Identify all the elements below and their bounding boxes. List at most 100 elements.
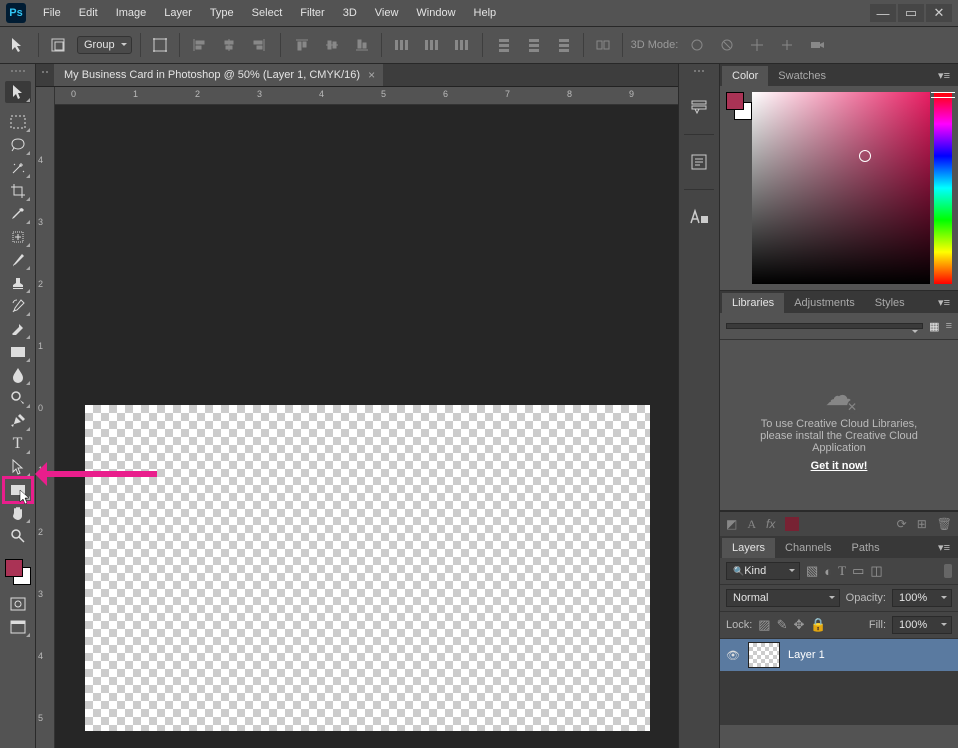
autoselect-dropdown[interactable]: Group [77, 36, 132, 54]
menu-window[interactable]: Window [407, 3, 464, 23]
filter-shape-icon[interactable]: ▭ [852, 563, 864, 579]
menu-edit[interactable]: Edit [70, 3, 107, 23]
libraries-tab[interactable]: Libraries [722, 293, 784, 313]
adjustments-tab[interactable]: Adjustments [784, 293, 865, 313]
channels-tab[interactable]: Channels [775, 538, 841, 558]
eyedropper-tool[interactable] [5, 203, 31, 225]
3d-pan-icon[interactable] [746, 34, 768, 56]
menu-view[interactable]: View [366, 3, 408, 23]
list-view-icon[interactable]: ≡ [946, 320, 952, 332]
fg-bg-swatch[interactable] [726, 92, 746, 284]
layers-panel-menu-icon[interactable]: ▾≡ [930, 537, 958, 558]
filter-type-icon[interactable]: T [838, 563, 846, 579]
screenmode-tool[interactable] [5, 616, 31, 638]
path-select-tool[interactable] [5, 456, 31, 478]
menu-layer[interactable]: Layer [155, 3, 201, 23]
trash-icon[interactable]: 🗑 [937, 517, 952, 531]
libraries-panel-menu-icon[interactable]: ▾≡ [930, 292, 958, 313]
align-top-icon[interactable] [291, 34, 313, 56]
menu-select[interactable]: Select [243, 3, 292, 23]
lock-move-icon[interactable]: ✥ [794, 617, 805, 633]
filter-icon[interactable]: ◩ [726, 517, 737, 531]
layers-list[interactable]: 👁 Layer 1 [720, 639, 958, 725]
align-right-icon[interactable] [248, 34, 270, 56]
blur-tool[interactable] [5, 364, 31, 386]
3d-camera-icon[interactable] [806, 34, 828, 56]
align-vcenter-icon[interactable] [321, 34, 343, 56]
menu-filter[interactable]: Filter [291, 3, 333, 23]
maximize-button[interactable]: ▭ [898, 4, 924, 22]
quickmask-tool[interactable] [5, 593, 31, 615]
auto-align-icon[interactable] [592, 34, 614, 56]
saturation-value-picker[interactable] [752, 92, 930, 284]
gradient-tool[interactable] [5, 341, 31, 363]
distribute-6-icon[interactable] [553, 34, 575, 56]
paths-tab[interactable]: Paths [842, 538, 890, 558]
sync-icon[interactable]: ⟳ [897, 517, 907, 531]
crop-tool[interactable] [5, 180, 31, 202]
document-tab[interactable]: My Business Card in Photoshop @ 50% (Lay… [54, 64, 383, 86]
rectangle-tool[interactable] [5, 479, 31, 501]
swatches-tab[interactable]: Swatches [768, 66, 836, 86]
fx-icon[interactable]: fx [766, 517, 775, 531]
distribute-5-icon[interactable] [523, 34, 545, 56]
opacity-value[interactable]: 100% [892, 589, 952, 607]
type-tool[interactable]: T [5, 433, 31, 455]
color-tab[interactable]: Color [722, 66, 768, 86]
minimize-button[interactable]: — [870, 4, 896, 22]
color-panel-menu-icon[interactable]: ▾≡ [930, 65, 958, 86]
menu-3d[interactable]: 3D [334, 3, 366, 23]
hue-slider[interactable] [934, 92, 952, 284]
visibility-icon[interactable]: 👁 [726, 649, 740, 662]
autoselect-icon[interactable] [47, 34, 69, 56]
lock-all-icon[interactable]: 🔒 [810, 617, 826, 633]
menu-image[interactable]: Image [107, 3, 156, 23]
ruler-icon[interactable]: ⊞ [917, 517, 927, 531]
distribute-1-icon[interactable] [390, 34, 412, 56]
tools-gripper[interactable] [4, 70, 32, 78]
blend-mode-select[interactable]: Normal [726, 589, 840, 607]
styles-tab[interactable]: Styles [865, 293, 915, 313]
lock-transparent-icon[interactable]: ▨ [758, 617, 770, 633]
hand-tool[interactable] [5, 502, 31, 524]
char-icon[interactable]: A [747, 517, 756, 532]
vertical-ruler[interactable]: 4 3 2 1 0 1 2 3 4 5 [36, 105, 55, 748]
distribute-2-icon[interactable] [420, 34, 442, 56]
color-swatch-pair[interactable] [5, 559, 31, 585]
canvas[interactable] [85, 405, 650, 731]
pen-tool[interactable] [5, 410, 31, 432]
layer-thumbnail[interactable] [748, 642, 780, 668]
magic-wand-tool[interactable] [5, 157, 31, 179]
dodge-tool[interactable] [5, 387, 31, 409]
3d-orbit-icon[interactable] [686, 34, 708, 56]
filter-pixel-icon[interactable]: ▧ [806, 563, 818, 579]
move-tool[interactable] [5, 81, 31, 103]
3d-slide-icon[interactable] [776, 34, 798, 56]
distribute-3-icon[interactable] [450, 34, 472, 56]
lock-paint-icon[interactable]: ✎ [777, 617, 788, 633]
menu-type[interactable]: Type [201, 3, 243, 23]
move-tool-indicator[interactable] [8, 34, 30, 56]
3d-roll-icon[interactable] [716, 34, 738, 56]
brush-tool[interactable] [5, 249, 31, 271]
canvas-stage[interactable] [55, 105, 678, 748]
close-tab-icon[interactable]: × [368, 68, 375, 82]
library-select[interactable] [726, 323, 923, 329]
distribute-4-icon[interactable] [493, 34, 515, 56]
filter-toggle[interactable] [944, 564, 952, 578]
get-it-now-link[interactable]: Get it now! [811, 460, 868, 472]
menu-help[interactable]: Help [465, 3, 506, 23]
properties-panel-icon[interactable] [686, 149, 712, 175]
layer-filter-kind[interactable]: 🔍Kind [726, 562, 800, 580]
grid-view-icon[interactable]: ▦ [929, 320, 939, 333]
marquee-tool[interactable] [5, 111, 31, 133]
zoom-tool[interactable] [5, 525, 31, 547]
close-button[interactable]: ✕ [926, 4, 952, 22]
menu-file[interactable]: File [34, 3, 70, 23]
eraser-tool[interactable] [5, 318, 31, 340]
history-panel-icon[interactable] [686, 94, 712, 120]
fill-value[interactable]: 100% [892, 616, 952, 634]
transform-controls-icon[interactable] [149, 34, 171, 56]
horizontal-ruler[interactable]: 0 1 2 3 4 5 6 7 8 9 [55, 87, 678, 105]
character-panel-icon[interactable] [686, 204, 712, 230]
